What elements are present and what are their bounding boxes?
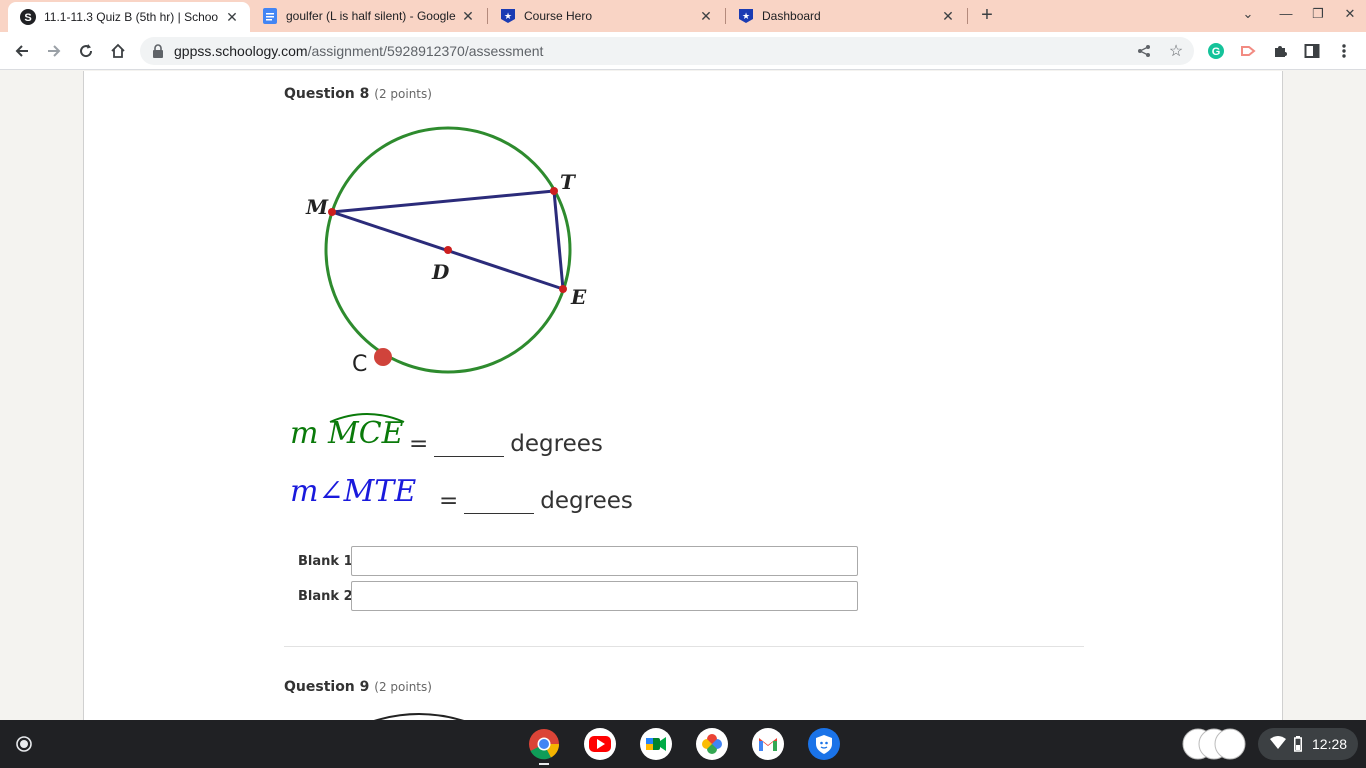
- tab-google-doc[interactable]: goulfer (L is half silent) - Google ✕: [250, 0, 486, 32]
- question-points: (2 points): [374, 680, 432, 694]
- chrome-icon[interactable]: [528, 728, 560, 765]
- google-meet-icon[interactable]: [640, 728, 672, 760]
- label-D: D: [431, 260, 450, 284]
- arc-symbol: [329, 413, 405, 423]
- wifi-icon: [1270, 736, 1286, 755]
- security-shield-icon[interactable]: [808, 728, 840, 760]
- equation-angle-mte: m∠MTE: [290, 474, 416, 509]
- arc-notation: MCE: [328, 413, 405, 451]
- blank-2-input[interactable]: [351, 581, 858, 611]
- tab-title: Dashboard: [762, 9, 821, 23]
- question-title: Question 9: [284, 679, 370, 695]
- blank-1-input[interactable]: [351, 546, 858, 576]
- question-divider: [284, 646, 1084, 647]
- tab-search-chevron-icon[interactable]: ⌄: [1238, 6, 1258, 26]
- url-text[interactable]: gppss.schoology.com/assignment/592891237…: [174, 43, 543, 59]
- course-hero-icon: ★: [500, 8, 516, 24]
- question-9-figure-top: [373, 713, 465, 720]
- circle-figure: M T D E C: [305, 126, 587, 377]
- tab-schoology-quiz[interactable]: S 11.1-11.3 Quiz B (5th hr) | Schoo ✕: [8, 2, 250, 32]
- extensions-puzzle-icon[interactable]: [1268, 39, 1292, 63]
- eq2-prefix: m∠: [290, 474, 344, 509]
- address-bar[interactable]: gppss.schoology.com/assignment/592891237…: [140, 37, 1194, 65]
- side-panel-icon[interactable]: [1300, 39, 1324, 63]
- question-8-header: Question 8 (2 points): [284, 86, 432, 102]
- kebab-menu-icon[interactable]: [1332, 39, 1356, 63]
- blank-1-label: Blank 1:: [298, 554, 358, 569]
- back-icon[interactable]: [10, 39, 34, 63]
- svg-text:G: G: [1212, 46, 1221, 58]
- chromeos-shelf: 12:28: [0, 720, 1366, 768]
- battery-icon: [1294, 736, 1302, 757]
- tab-dashboard[interactable]: ★ Dashboard ✕: [726, 0, 966, 32]
- question-title: Question 8: [284, 86, 370, 102]
- close-tab-icon[interactable]: ✕: [222, 7, 242, 27]
- forward-icon[interactable]: [42, 39, 66, 63]
- restore-icon[interactable]: ❐: [1308, 6, 1328, 26]
- reload-icon[interactable]: [74, 39, 98, 63]
- page-viewport[interactable]: Question 8 (2 points) M T D E C m MCE = …: [0, 71, 1366, 720]
- tab-separator: [967, 8, 968, 24]
- question-points: (2 points): [374, 87, 432, 101]
- label-T: T: [560, 170, 577, 194]
- clock-time: 12:28: [1312, 736, 1348, 752]
- user-pods[interactable]: [1182, 728, 1248, 760]
- point-E: [559, 285, 567, 293]
- equation-1-tail: = degrees: [409, 431, 603, 457]
- gmail-icon[interactable]: [752, 728, 784, 760]
- equals-sign: =: [409, 431, 429, 457]
- equation-2-tail: = degrees: [439, 488, 633, 514]
- share-icon[interactable]: [1132, 39, 1156, 63]
- unit-degrees: degrees: [510, 431, 603, 457]
- question-9-header: Question 9 (2 points): [284, 679, 432, 695]
- minimize-icon[interactable]: —: [1276, 6, 1296, 26]
- svg-text:S: S: [24, 12, 31, 24]
- close-tab-icon[interactable]: ✕: [696, 6, 716, 26]
- blank-2-label: Blank 2:: [298, 589, 358, 604]
- url-host: gppss.schoology.com: [174, 43, 308, 59]
- bookmark-star-icon[interactable]: ☆: [1164, 39, 1188, 63]
- label-M: M: [305, 195, 329, 219]
- url-path: /assignment/5928912370/assessment: [307, 43, 544, 59]
- point-C: [374, 348, 392, 366]
- point-M: [328, 208, 336, 216]
- tab-title: Course Hero: [524, 9, 593, 23]
- tab-title: 11.1-11.3 Quiz B (5th hr) | Schoo: [44, 10, 219, 24]
- youtube-icon[interactable]: [584, 728, 616, 760]
- tab-title: goulfer (L is half silent) - Google: [286, 9, 456, 23]
- unit-degrees: degrees: [540, 488, 633, 514]
- browser-toolbar: gppss.schoology.com/assignment/592891237…: [0, 32, 1366, 70]
- equation-arc-mce: m MCE: [290, 413, 405, 451]
- home-icon[interactable]: [106, 39, 130, 63]
- eq2-angle-letters: MTE: [343, 474, 417, 509]
- eq1-prefix: m: [290, 416, 319, 451]
- label-E: E: [570, 285, 587, 309]
- course-hero-icon: ★: [738, 8, 754, 24]
- blank-2-line: [464, 490, 535, 514]
- close-tab-icon[interactable]: ✕: [458, 6, 478, 26]
- assessment-card: Question 8 (2 points) M T D E C m MCE = …: [83, 71, 1283, 720]
- segment-MT: [331, 189, 555, 214]
- new-tab-button[interactable]: +: [976, 5, 998, 27]
- close-window-icon[interactable]: ✕: [1340, 6, 1360, 26]
- tab-course-hero[interactable]: ★ Course Hero ✕: [488, 0, 724, 32]
- equals-sign: =: [439, 488, 459, 514]
- launcher-icon[interactable]: [10, 730, 38, 758]
- point-T: [550, 187, 558, 195]
- grammarly-icon[interactable]: G: [1204, 39, 1228, 63]
- lock-icon[interactable]: [152, 44, 164, 58]
- svg-text:★: ★: [742, 11, 750, 21]
- schoology-icon: S: [20, 9, 36, 25]
- blank-1-line: [434, 433, 505, 457]
- screencastify-icon[interactable]: [1236, 39, 1260, 63]
- label-C: C: [352, 352, 367, 377]
- google-photos-icon[interactable]: [696, 728, 728, 760]
- point-D: [444, 246, 452, 254]
- tab-strip: S 11.1-11.3 Quiz B (5th hr) | Schoo ✕ go…: [0, 0, 1366, 32]
- close-tab-icon[interactable]: ✕: [938, 6, 958, 26]
- google-docs-icon: [262, 8, 278, 24]
- svg-text:★: ★: [504, 11, 512, 21]
